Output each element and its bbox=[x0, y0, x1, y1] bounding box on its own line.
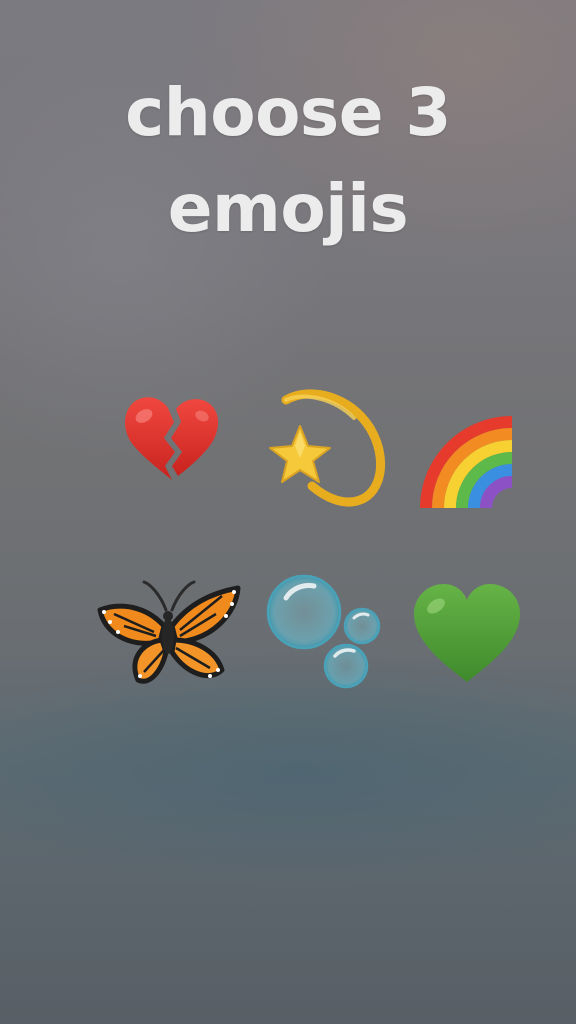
bubbles-icon[interactable] bbox=[264, 574, 384, 690]
green-heart-icon[interactable] bbox=[410, 582, 524, 686]
butterfly-icon[interactable] bbox=[94, 574, 242, 690]
dizzy-star-icon[interactable] bbox=[264, 388, 386, 508]
title-line-1: choose 3 bbox=[125, 74, 451, 151]
rainbow-icon[interactable] bbox=[420, 408, 516, 512]
story-screen: choose 3 emojis bbox=[0, 0, 576, 1024]
title-line-2: emojis bbox=[167, 170, 409, 247]
broken-heart-icon[interactable] bbox=[120, 392, 224, 484]
